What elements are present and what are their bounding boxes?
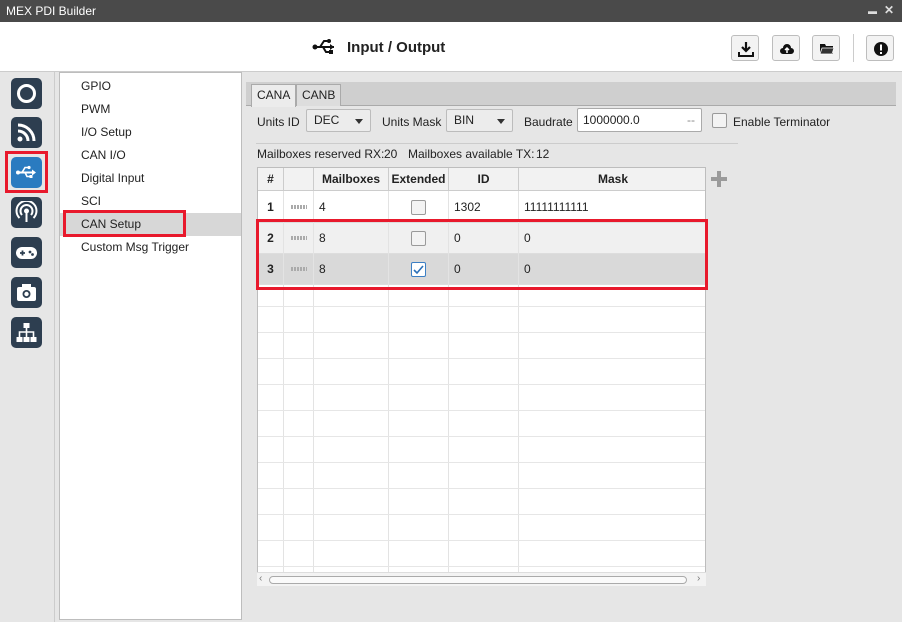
units-id-select[interactable]: DEC — [306, 109, 371, 132]
open-folder-button[interactable] — [812, 35, 840, 61]
column-header-mask[interactable]: Mask — [519, 168, 705, 191]
sidebar-item-can-io[interactable]: CAN I/O — [60, 144, 241, 167]
units-id-label: Units ID — [257, 115, 300, 129]
highlight-io-button — [5, 151, 48, 193]
sidebar-menu: GPIO PWM I/O Setup CAN I/O Digital Input… — [59, 72, 242, 620]
horizontal-scrollbar[interactable]: ‹ › — [257, 572, 706, 586]
divider — [256, 143, 738, 144]
table-header: # Mailboxes Extended ID Mask — [258, 168, 705, 191]
enable-terminator-label: Enable Terminator — [733, 115, 831, 129]
power-icon — [17, 84, 36, 103]
baudrate-value: 1000000.0 — [583, 113, 640, 127]
main-panel: CANA CANB Units ID DEC Units Mask BIN Ba… — [246, 72, 900, 620]
mailboxes-available-label: Mailboxes available TX: — [408, 147, 535, 161]
gamepad-icon — [16, 247, 37, 259]
page-title: Input / Output — [347, 39, 446, 56]
sitemap-icon — [16, 323, 37, 342]
enable-terminator-checkbox[interactable] — [712, 113, 727, 128]
mailboxes-available-value: 12 — [536, 147, 550, 161]
download-icon — [738, 42, 754, 57]
units-mask-select[interactable]: BIN — [446, 109, 513, 132]
sidebar-item-io-setup[interactable]: I/O Setup — [60, 121, 241, 144]
baudrate-label: Baudrate — [524, 115, 573, 129]
power-button[interactable] — [11, 78, 42, 109]
highlight-can-setup — [63, 210, 186, 237]
info-icon — [874, 42, 888, 56]
camera-icon — [17, 284, 36, 301]
scroll-right-icon[interactable]: › — [697, 573, 700, 584]
sitemap-button[interactable] — [11, 317, 42, 348]
usb-icon — [312, 37, 338, 57]
tab-strip: CANA CANB — [246, 82, 896, 107]
rss-button[interactable] — [11, 117, 42, 148]
close-icon[interactable]: ✕ — [884, 3, 894, 17]
tab-cana[interactable]: CANA — [251, 84, 297, 107]
plus-icon — [711, 171, 727, 187]
toolbar-separator — [853, 34, 854, 62]
highlight-rows-2-3 — [256, 219, 708, 290]
download-button[interactable] — [731, 35, 759, 61]
column-header-number: # — [258, 168, 284, 191]
units-id-value: DEC — [314, 113, 340, 127]
page-header: Input / Output — [0, 22, 902, 72]
column-header-id[interactable]: ID — [449, 168, 519, 191]
gamepad-button[interactable] — [11, 237, 42, 268]
camera-button[interactable] — [11, 277, 42, 308]
window-title: MEX PDI Builder — [6, 4, 97, 18]
mailboxes-reserved-label: Mailboxes reserved RX: — [257, 147, 385, 161]
tab-canb[interactable]: CANB — [296, 84, 342, 106]
column-header-extended[interactable]: Extended — [389, 168, 449, 191]
cloud-upload-icon — [780, 44, 794, 54]
add-row-button[interactable] — [710, 170, 728, 188]
chevron-down-icon — [497, 119, 505, 124]
broadcast-icon — [15, 201, 38, 222]
scrollbar-thumb[interactable] — [269, 576, 687, 584]
info-button[interactable] — [866, 35, 894, 61]
sidebar-item-custom-msg-trigger[interactable]: Custom Msg Trigger — [60, 236, 241, 259]
drag-handle-icon — [291, 205, 307, 209]
baudrate-input[interactable]: 1000000.0 -- — [577, 108, 702, 132]
units-mask-label: Units Mask — [382, 115, 442, 129]
minimize-icon[interactable]: ▬ — [868, 6, 877, 16]
sidebar-item-gpio[interactable]: GPIO — [60, 75, 241, 98]
mailboxes-reserved-value: 20 — [384, 147, 398, 161]
column-header-drag — [284, 168, 314, 191]
baudrate-suffix: -- — [687, 113, 695, 127]
chevron-down-icon — [355, 119, 363, 124]
sidebar-item-pwm[interactable]: PWM — [60, 98, 241, 121]
cloud-upload-button[interactable] — [772, 35, 800, 61]
scroll-left-icon[interactable]: ‹ — [259, 573, 262, 584]
broadcast-button[interactable] — [11, 197, 42, 228]
rss-icon — [17, 123, 36, 142]
sidebar-item-digital-input[interactable]: Digital Input — [60, 167, 241, 190]
window-titlebar: MEX PDI Builder ▬ ✕ — [0, 0, 902, 22]
column-header-mailboxes[interactable]: Mailboxes — [314, 168, 389, 191]
folder-open-icon — [819, 44, 835, 55]
units-mask-value: BIN — [454, 113, 475, 127]
extended-checkbox[interactable] — [411, 200, 426, 215]
